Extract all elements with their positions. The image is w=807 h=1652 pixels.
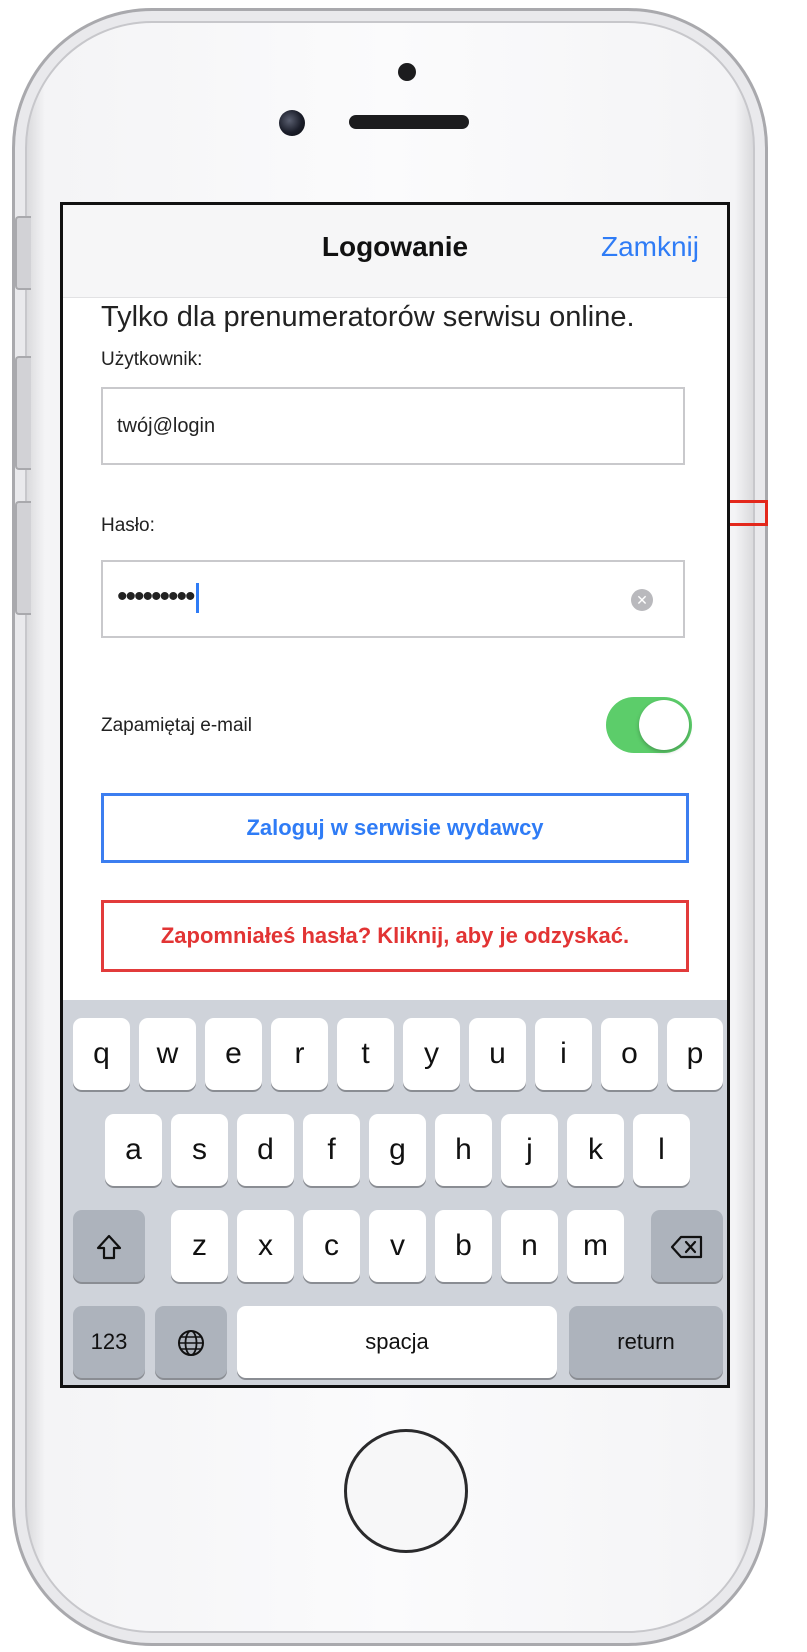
key-l[interactable]: l	[633, 1114, 690, 1186]
close-button[interactable]: Zamknij	[601, 231, 699, 263]
key-o[interactable]: o	[601, 1018, 658, 1090]
key-n[interactable]: n	[501, 1210, 558, 1282]
key-t[interactable]: t	[337, 1018, 394, 1090]
key-b[interactable]: b	[435, 1210, 492, 1282]
home-button[interactable]	[344, 1429, 468, 1553]
proximity-sensor	[398, 63, 416, 81]
mute-switch	[15, 216, 31, 290]
key-k[interactable]: k	[567, 1114, 624, 1186]
key-c[interactable]: c	[303, 1210, 360, 1282]
key-r[interactable]: r	[271, 1018, 328, 1090]
volume-up-button	[15, 356, 31, 470]
key-h[interactable]: h	[435, 1114, 492, 1186]
return-key[interactable]: return	[569, 1306, 723, 1378]
key-m[interactable]: m	[567, 1210, 624, 1282]
toggle-knob	[639, 700, 689, 750]
remember-email-toggle[interactable]	[606, 697, 692, 753]
numbers-key[interactable]: 123	[73, 1306, 145, 1378]
password-field[interactable]: ••••••••• ✕	[101, 560, 685, 638]
delete-key[interactable]	[651, 1210, 723, 1282]
space-key[interactable]: spacja	[237, 1306, 557, 1378]
username-label: Użytkownik:	[101, 349, 203, 370]
key-w[interactable]: w	[139, 1018, 196, 1090]
intro-text: Tylko dla prenumeratorów serwisu online.	[101, 301, 635, 333]
key-a[interactable]: a	[105, 1114, 162, 1186]
globe-icon	[178, 1330, 204, 1357]
key-d[interactable]: d	[237, 1114, 294, 1186]
forgot-password-button[interactable]: Zapomniałeś hasła? Kliknij, aby je odzys…	[101, 900, 689, 972]
shift-icon	[96, 1234, 122, 1260]
shift-key[interactable]	[73, 1210, 145, 1282]
globe-key[interactable]	[155, 1306, 227, 1378]
backspace-icon	[670, 1235, 703, 1259]
key-p[interactable]: p	[667, 1018, 723, 1090]
earpiece-speaker	[349, 115, 469, 129]
username-value: twój@login	[117, 415, 216, 437]
key-z[interactable]: z	[171, 1210, 228, 1282]
key-i[interactable]: i	[535, 1018, 592, 1090]
remember-email-label: Zapamiętaj e-mail	[101, 715, 252, 736]
password-value: •••••••••	[117, 580, 199, 614]
key-q[interactable]: q	[73, 1018, 130, 1090]
volume-down-button	[15, 501, 31, 615]
key-e[interactable]: e	[205, 1018, 262, 1090]
key-y[interactable]: y	[403, 1018, 460, 1090]
password-label: Hasło:	[101, 515, 155, 536]
key-x[interactable]: x	[237, 1210, 294, 1282]
login-button[interactable]: Zaloguj w serwisie wydawcy	[101, 793, 689, 863]
text-caret	[195, 583, 199, 614]
username-field[interactable]: twój@login	[101, 387, 685, 465]
key-v[interactable]: v	[369, 1210, 426, 1282]
screen: Logowanie Zamknij Tylko dla prenumerator…	[60, 202, 730, 1388]
login-form: Tylko dla prenumeratorów serwisu online.…	[63, 297, 727, 997]
keyboard: q w e r t y u i o p a s d f g h j k l z …	[63, 1000, 727, 1385]
clear-text-icon[interactable]: ✕	[631, 589, 653, 611]
key-u[interactable]: u	[469, 1018, 526, 1090]
navigation-bar: Logowanie Zamknij	[63, 205, 727, 298]
key-j[interactable]: j	[501, 1114, 558, 1186]
key-f[interactable]: f	[303, 1114, 360, 1186]
front-camera	[279, 110, 305, 136]
key-s[interactable]: s	[171, 1114, 228, 1186]
key-g[interactable]: g	[369, 1114, 426, 1186]
